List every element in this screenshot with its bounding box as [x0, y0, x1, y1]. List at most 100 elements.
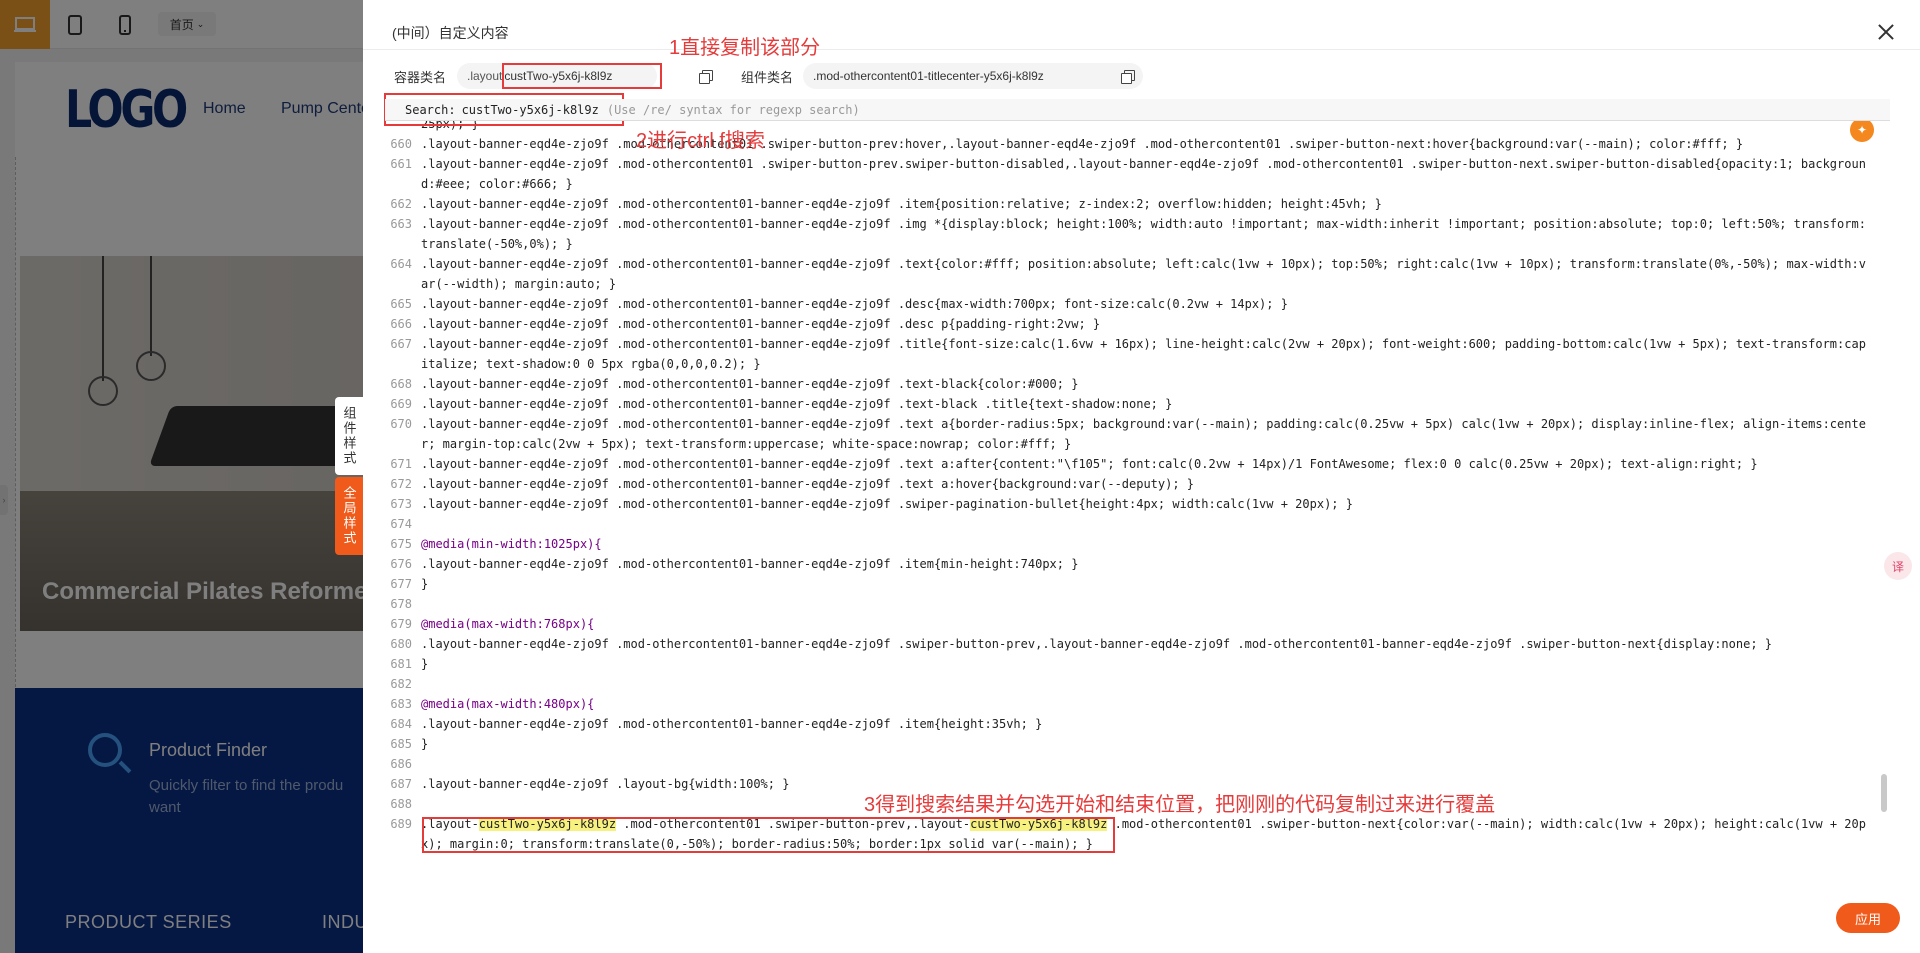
line-content[interactable]: @media(max-width:768px){ — [421, 614, 1871, 634]
code-line[interactable]: 661 .layout-banner-eqd4e-zjo9f .mod-other… — [385, 154, 1890, 194]
plugin-icon[interactable]: ✦ — [1850, 118, 1874, 142]
close-icon[interactable] — [1876, 22, 1896, 42]
line-number: 666 — [390, 317, 412, 331]
line-content[interactable]: .layout-banner-eqd4e-zjo9f .mod-othercon… — [421, 714, 1871, 734]
code-line[interactable]: 679 @media(max-width:768px){ — [385, 614, 1890, 634]
line-content[interactable]: .layout-banner-eqd4e-zjo9f .mod-othercon… — [421, 294, 1871, 314]
line-number: 671 — [390, 457, 412, 471]
code-line[interactable]: 681} — [385, 654, 1890, 674]
code-line[interactable]: 677} — [385, 574, 1890, 594]
line-content[interactable]: .layout-banner-eqd4e-zjo9f .mod-othercon… — [421, 194, 1871, 214]
code-line[interactable]: 676 .layout-banner-eqd4e-zjo9f .mod-other… — [385, 554, 1890, 574]
line-content[interactable]: .layout-banner-eqd4e-zjo9f .mod-othercon… — [421, 634, 1871, 654]
line-number: 676 — [390, 557, 412, 571]
code-line[interactable]: 668 .layout-banner-eqd4e-zjo9f .mod-other… — [385, 374, 1890, 394]
line-content[interactable]: .layout-banner-eqd4e-zjo9f .mod-othercon… — [421, 334, 1871, 374]
component-class-label: 组件类名 — [741, 70, 794, 85]
code-line[interactable]: 667 .layout-banner-eqd4e-zjo9f .mod-other… — [385, 334, 1890, 374]
line-content[interactable]: } — [421, 574, 1871, 594]
line-number: 675 — [390, 537, 412, 551]
line-content[interactable]: .layout-banner-eqd4e-zjo9f .mod-othercon… — [421, 554, 1871, 574]
code-line[interactable]: 665 .layout-banner-eqd4e-zjo9f .mod-other… — [385, 294, 1890, 314]
line-content[interactable] — [421, 754, 1871, 774]
line-number: 663 — [390, 217, 412, 231]
translate-icon[interactable]: 译 — [1884, 552, 1912, 580]
line-content[interactable]: } — [421, 734, 1871, 754]
line-number: 677 — [390, 577, 412, 591]
line-content[interactable]: .layout-banner-eqd4e-zjo9f .mod-othercon… — [421, 394, 1871, 414]
code-line[interactable]: 670 .layout-banner-eqd4e-zjo9f .mod-other… — [385, 414, 1890, 454]
line-number: 667 — [390, 337, 412, 351]
line-number: 660 — [390, 137, 412, 151]
line-number: 678 — [390, 597, 412, 611]
line-number: 685 — [390, 737, 412, 751]
line-content[interactable]: .layout-banner-eqd4e-zjo9f .mod-othercon… — [421, 214, 1871, 254]
editor-scrollbar[interactable] — [1881, 774, 1887, 812]
line-number: 669 — [390, 397, 412, 411]
annotation-step-2: 2进行ctrl f搜索 — [636, 130, 765, 152]
code-line[interactable]: 660 .layout-banner-eqd4e-zjo9f .mod-other… — [385, 134, 1890, 154]
code-line[interactable]: 684 .layout-banner-eqd4e-zjo9f .mod-other… — [385, 714, 1890, 734]
code-line[interactable]: 678 — [385, 594, 1890, 614]
line-content[interactable]: .layout-banner-eqd4e-zjo9f .mod-othercon… — [421, 374, 1871, 394]
line-number: 686 — [390, 757, 412, 771]
drawer-title: (中间）自定义内容 — [392, 25, 509, 41]
line-content[interactable]: .layout-banner-eqd4e-zjo9f .mod-othercon… — [421, 254, 1871, 294]
code-line[interactable]: 663 .layout-banner-eqd4e-zjo9f .mod-other… — [385, 214, 1890, 254]
line-content[interactable]: @media(max-width:480px){ — [421, 694, 1871, 714]
line-content[interactable]: .layout-banner-eqd4e-zjo9f .mod-othercon… — [421, 154, 1871, 194]
line-content[interactable]: .layout-banner-eqd4e-zjo9f .mod-othercon… — [421, 314, 1871, 334]
component-class-value[interactable]: .mod-othercontent01-titlecenter-y5x6j-k8… — [813, 69, 1044, 83]
search-hint: (Use /re/ syntax for regexp search) — [606, 102, 860, 117]
line-content[interactable]: .layout-banner-eqd4e-zjo9f .mod-othercon… — [421, 474, 1871, 494]
line-number: 688 — [390, 797, 412, 811]
line-number: 683 — [390, 697, 412, 711]
line-number: 687 — [390, 777, 412, 791]
line-number: 665 — [390, 297, 412, 311]
code-lines[interactable]: 25px); } 660 .layout-banner-eqd4e-zjo9f .m… — [385, 114, 1890, 854]
line-content[interactable]: .layout-banner-eqd4e-zjo9f .mod-othercon… — [421, 414, 1871, 454]
line-content[interactable] — [421, 514, 1871, 534]
apply-button[interactable]: 应用 — [1836, 903, 1900, 933]
code-line[interactable]: 674 — [385, 514, 1890, 534]
code-line[interactable]: 675 @media(min-width:1025px){ — [385, 534, 1890, 554]
annotation-step-3: 3得到搜索结果并勾选开始和结束位置，把刚刚的代码复制过来进行覆盖 — [864, 794, 1496, 816]
line-content[interactable]: .layout-banner-eqd4e-zjo9f .mod-othercon… — [421, 454, 1871, 474]
code-line[interactable]: 686 — [385, 754, 1890, 774]
tab-global-style[interactable]: 全局样式 — [335, 477, 363, 555]
line-content[interactable]: .layout-banner-eqd4e-zjo9f .mod-othercon… — [421, 494, 1871, 514]
line-number: 661 — [390, 157, 412, 171]
line-number: 689 — [390, 817, 412, 831]
code-editor[interactable]: Search: custTwo-y5x6j-k8l9z (Use /re/ sy… — [385, 99, 1890, 874]
editor-search-bar: Search: custTwo-y5x6j-k8l9z (Use /re/ sy… — [385, 99, 1890, 121]
line-number: 680 — [390, 637, 412, 651]
line-content[interactable]: @media(min-width:1025px){ — [421, 534, 1871, 554]
code-line[interactable]: 671 .layout-banner-eqd4e-zjo9f .mod-other… — [385, 454, 1890, 474]
line-number: 668 — [390, 377, 412, 391]
divider — [363, 49, 1920, 50]
search-input[interactable]: custTwo-y5x6j-k8l9z — [462, 103, 599, 117]
code-line[interactable]: 666 .layout-banner-eqd4e-zjo9f .mod-other… — [385, 314, 1890, 334]
line-number: 684 — [390, 717, 412, 731]
code-line[interactable]: 682 — [385, 674, 1890, 694]
code-line[interactable]: 669 .layout-banner-eqd4e-zjo9f .mod-other… — [385, 394, 1890, 414]
line-number: 664 — [390, 257, 412, 271]
tab-component-style[interactable]: 组件样式 — [335, 397, 363, 475]
copy-icon[interactable] — [1121, 70, 1135, 84]
code-line[interactable]: 685} — [385, 734, 1890, 754]
line-number: 679 — [390, 617, 412, 631]
copy-icon[interactable] — [699, 70, 713, 84]
line-number: 673 — [390, 497, 412, 511]
line-content[interactable] — [421, 674, 1871, 694]
line-number: 681 — [390, 657, 412, 671]
code-line[interactable]: 673 .layout-banner-eqd4e-zjo9f .mod-other… — [385, 494, 1890, 514]
container-class-prefix: .layout — [467, 69, 503, 83]
line-content[interactable] — [421, 594, 1871, 614]
code-line[interactable]: 680 .layout-banner-eqd4e-zjo9f .mod-other… — [385, 634, 1890, 654]
code-line[interactable]: 662 .layout-banner-eqd4e-zjo9f .mod-other… — [385, 194, 1890, 214]
line-content[interactable]: } — [421, 654, 1871, 674]
component-class-field[interactable]: .mod-othercontent01-titlecenter-y5x6j-k8… — [803, 63, 1143, 89]
code-line[interactable]: 683 @media(max-width:480px){ — [385, 694, 1890, 714]
code-line[interactable]: 672 .layout-banner-eqd4e-zjo9f .mod-other… — [385, 474, 1890, 494]
code-line[interactable]: 664 .layout-banner-eqd4e-zjo9f .mod-other… — [385, 254, 1890, 294]
